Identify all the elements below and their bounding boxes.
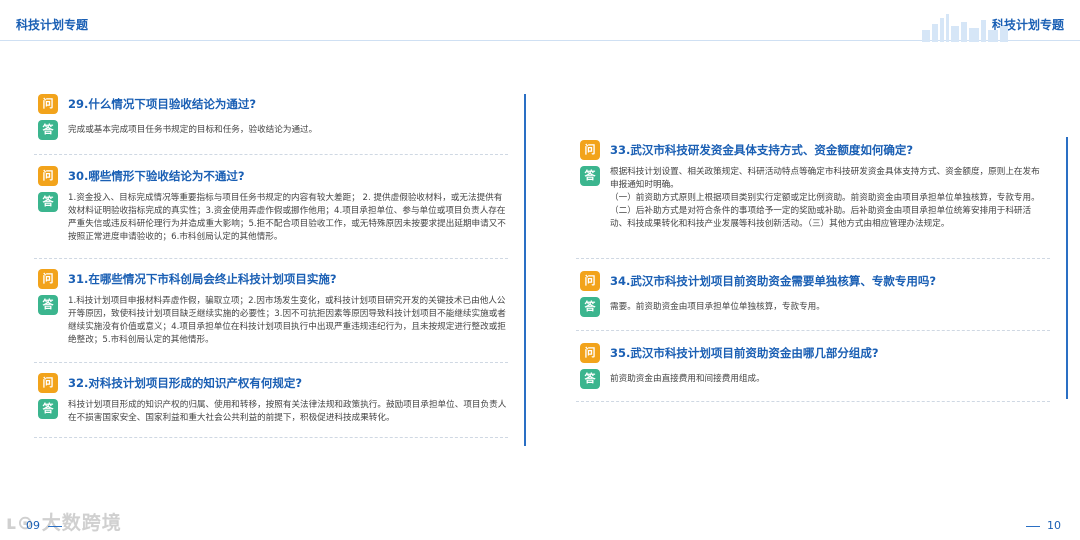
question-text: 34.武汉市科技计划项目前资助资金需要单独核算、专款专用吗? — [610, 274, 937, 288]
left-page: 科技计划专题 问 29.什么情况下项目验收结论为通过? 答 完成或基本完成项目任… — [0, 0, 540, 540]
question-badge-icon: 问 — [38, 166, 58, 186]
answer-badge-icon: 答 — [38, 120, 58, 140]
question-badge-icon: 问 — [38, 269, 58, 289]
question-text: 35.武汉市科技计划项目前资助资金由哪几部分组成? — [610, 346, 879, 360]
vertical-accent-line — [524, 94, 526, 446]
question-text: 31.在哪些情况下市科创局会终止科技计划项目实施? — [68, 272, 337, 286]
question-badge-icon: 问 — [580, 271, 600, 291]
question-badge-icon: 问 — [580, 140, 600, 160]
qa-item: 问 34.武汉市科技计划项目前资助资金需要单独核算、专款专用吗? 答 需要。前资… — [580, 271, 1048, 317]
page-number-left: 09 — [26, 519, 40, 532]
question-badge-icon: 问 — [580, 343, 600, 363]
answer-badge-icon: 答 — [38, 295, 58, 315]
answer-badge-icon: 答 — [38, 399, 58, 419]
footer-line-right — [1026, 526, 1040, 527]
dashed-separator — [576, 401, 1050, 402]
answer-badge-icon: 答 — [580, 297, 600, 317]
qa-item: 问 29.什么情况下项目验收结论为通过? 答 完成或基本完成项目任务书规定的目标… — [38, 94, 508, 140]
header-title-left: 科技计划专题 — [16, 18, 89, 32]
answer-text: 根据科技计划设置、相关政策规定、科研活动特点等确定市科技研发资金具体支持方式、资… — [610, 167, 1040, 229]
footer-line-left — [48, 526, 62, 527]
question-text: 32.对科技计划项目形成的知识产权有何规定? — [68, 376, 303, 390]
answer-badge-icon: 答 — [580, 369, 600, 389]
watermark-text: 大数跨境 — [41, 512, 122, 534]
answer-badge-icon: 答 — [38, 192, 58, 212]
dashed-separator — [34, 154, 508, 155]
question-badge-icon: 问 — [38, 94, 58, 114]
qa-item: 问 32.对科技计划项目形成的知识产权有何规定? 答 科技计划项目形成的知识产权… — [38, 373, 508, 425]
question-text: 29.什么情况下项目验收结论为通过? — [68, 97, 257, 111]
question-text: 33.武汉市科技研发资金具体支持方式、资金额度如何确定? — [610, 143, 914, 157]
answer-text: 1.资金投入、目标完成情况等重要指标与项目任务书规定的内容有较大差距； 2. 提… — [68, 193, 506, 242]
qa-item: 问 33.武汉市科技研发资金具体支持方式、资金额度如何确定? 答 根据科技计划设… — [580, 140, 1048, 231]
dashed-separator — [34, 362, 508, 363]
dashed-separator — [576, 330, 1050, 331]
header-divider-left — [0, 40, 540, 41]
answer-text: 前资助资金由直接费用和间接费用组成。 — [610, 374, 765, 384]
answer-text: 需要。前资助资金由项目承担单位单独核算，专款专用。 — [610, 302, 825, 312]
vertical-accent-line — [1066, 137, 1068, 399]
answer-text: 1.科技计划项目申报材料弄虚作假，骗取立项；2.因市场发生变化，或科技计划项目研… — [68, 296, 506, 345]
watermark: ʟ⊙ 大数跨境 — [6, 508, 122, 535]
dashed-separator — [34, 437, 508, 438]
qa-item: 问 30.哪些情形下验收结论为不通过? 答 1.资金投入、目标完成情况等重要指标… — [38, 166, 508, 244]
dashed-separator — [34, 258, 508, 259]
dashed-separator — [576, 258, 1050, 259]
qa-item: 问 31.在哪些情况下市科创局会终止科技计划项目实施? 答 1.科技计划项目申报… — [38, 269, 508, 347]
answer-text: 完成或基本完成项目任务书规定的目标和任务，验收结论为通过。 — [68, 125, 318, 135]
question-text: 30.哪些情形下验收结论为不通过? — [68, 169, 245, 183]
answer-text: 科技计划项目形成的知识产权的归属、使用和转移，按照有关法律法规和政策执行。鼓励项… — [68, 400, 507, 423]
qa-item: 问 35.武汉市科技计划项目前资助资金由哪几部分组成? 答 前资助资金由直接费用… — [580, 343, 1048, 389]
page-number-right: 10 — [1047, 519, 1061, 532]
answer-badge-icon: 答 — [580, 166, 600, 186]
city-skyline-icon — [922, 14, 1008, 42]
right-page: 科技计划专题 问 33.武汉市科技研发资金具体支持方式、资金额度如何确定? 答 … — [540, 0, 1080, 540]
question-badge-icon: 问 — [38, 373, 58, 393]
